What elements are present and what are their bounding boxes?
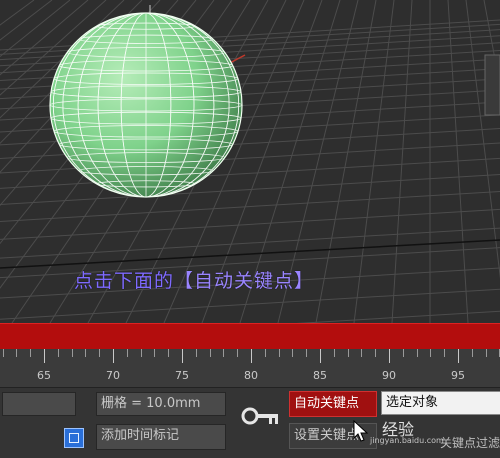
ruler-tick (402, 349, 404, 357)
mouse-cursor-icon (353, 420, 369, 442)
ruler-tick (375, 349, 377, 357)
ruler-tick (126, 349, 128, 357)
ruler-tick (99, 349, 101, 357)
ruler-tick (113, 349, 114, 363)
ruler-tick (251, 349, 252, 363)
ruler-tick (57, 349, 59, 357)
key-icon[interactable] (237, 401, 283, 431)
auto-key-button[interactable]: 自动关键点 (289, 391, 377, 417)
ruler-frame-number: 85 (313, 369, 327, 382)
watermark-url: jingyan.baidu.com (370, 436, 444, 445)
ruler-tick (223, 349, 225, 357)
ruler-tick (444, 349, 446, 357)
ruler-tick (168, 349, 170, 357)
timeline-ruler[interactable]: 65 70 75 80 85 90 95 (0, 349, 500, 388)
ruler-tick (416, 349, 418, 357)
ruler-tick (30, 349, 32, 357)
ruler-frame-number: 90 (382, 369, 396, 382)
ruler-frame-number: 70 (106, 369, 120, 382)
ruler-frame-number: 75 (175, 369, 189, 382)
ruler-tick (140, 349, 142, 357)
ruler-tick (195, 349, 197, 357)
ruler-tick (44, 349, 45, 363)
ruler-tick (278, 349, 280, 357)
time-config-icon[interactable] (64, 428, 84, 448)
ruler-tick (237, 349, 239, 357)
ruler-frame-number: 65 (37, 369, 51, 382)
ruler-tick (85, 349, 87, 357)
status-field[interactable] (2, 392, 76, 416)
ruler-tick (154, 349, 156, 357)
ruler-tick (485, 349, 487, 357)
add-time-tag-field[interactable]: 添加时间标记 (96, 424, 226, 450)
ruler-tick (361, 349, 363, 357)
ruler-tick (471, 349, 473, 357)
ruler-tick (2, 349, 4, 357)
ruler-tick (292, 349, 294, 357)
ruler-tick (16, 349, 18, 357)
ruler-tick (458, 349, 459, 363)
time-slider-track[interactable] (0, 323, 500, 350)
ruler-tick (182, 349, 183, 363)
ruler-tick (71, 349, 73, 357)
bottom-control-bar: 栅格 = 10.0mm 添加时间标记 自动关键点 设置关键点 选定对象 关键点过… (0, 388, 500, 458)
ruler-tick (333, 349, 335, 357)
ruler-tick (306, 349, 308, 357)
sphere-object[interactable] (49, 12, 243, 198)
grid-size-display: 栅格 = 10.0mm (96, 392, 226, 416)
ruler-tick (209, 349, 211, 357)
selected-object-dropdown[interactable]: 选定对象 (381, 391, 500, 415)
ruler-tick (264, 349, 266, 357)
key-filters-button[interactable]: 关键点过滤器 (440, 434, 500, 451)
viewcube-icon[interactable] (484, 54, 500, 116)
ruler-tick (347, 349, 349, 357)
ruler-tick (320, 349, 321, 363)
ruler-tick (389, 349, 390, 363)
ruler-frame-number: 95 (451, 369, 465, 382)
ruler-tick (430, 349, 432, 357)
perspective-viewport[interactable]: 点击下面的【自动关键点】 (0, 0, 500, 323)
ruler-frame-number: 80 (244, 369, 258, 382)
instruction-caption: 点击下面的【自动关键点】 (74, 270, 315, 292)
